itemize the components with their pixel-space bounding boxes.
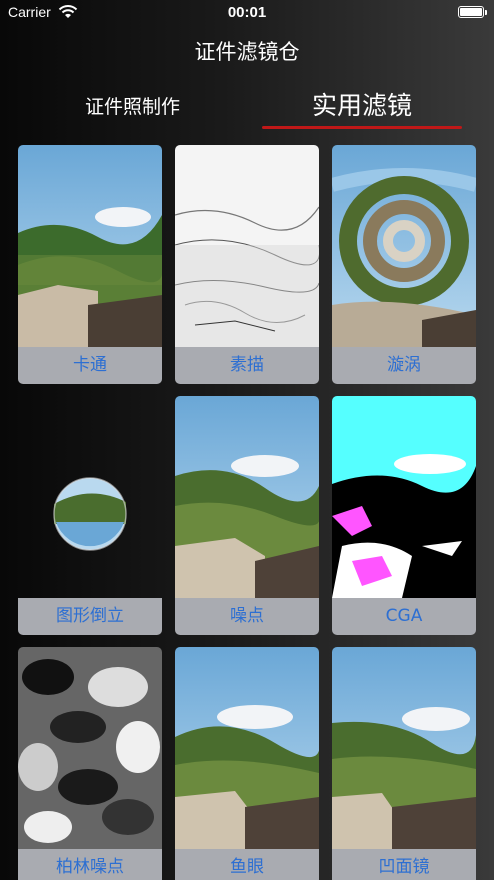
filter-grid: 卡通 素描 漩涡 图形倒立 噪点 CGA 柏林噪点 鱼眼 凹面镜	[0, 0, 494, 880]
filter-label: 图形倒立	[18, 598, 162, 635]
filter-preview-image	[18, 396, 162, 598]
filter-preview-image	[332, 647, 476, 849]
filter-card-cartoon[interactable]: 卡通	[18, 145, 162, 384]
filter-preview-image	[175, 396, 319, 598]
filter-preview-image	[332, 145, 476, 347]
filter-label: 凹面镜	[332, 849, 476, 880]
filter-label: CGA	[332, 598, 476, 635]
filter-preview-image	[18, 647, 162, 849]
filter-label: 漩涡	[332, 347, 476, 384]
filter-card-sketch[interactable]: 素描	[175, 145, 319, 384]
filter-preview-image	[175, 145, 319, 347]
filter-card-concave-mirror[interactable]: 凹面镜	[332, 647, 476, 880]
filter-label: 鱼眼	[175, 849, 319, 880]
filter-card-perlin-noise[interactable]: 柏林噪点	[18, 647, 162, 880]
filter-label: 卡通	[18, 347, 162, 384]
filter-card-fisheye[interactable]: 鱼眼	[175, 647, 319, 880]
filter-card-glass-sphere[interactable]: 图形倒立	[18, 396, 162, 635]
filter-label: 柏林噪点	[18, 849, 162, 880]
filter-card-cga[interactable]: CGA	[332, 396, 476, 635]
filter-preview-image	[18, 145, 162, 347]
filter-card-noise[interactable]: 噪点	[175, 396, 319, 635]
filter-card-twirl[interactable]: 漩涡	[332, 145, 476, 384]
filter-label: 噪点	[175, 598, 319, 635]
filter-preview-image	[332, 396, 476, 598]
filter-label: 素描	[175, 347, 319, 384]
filter-preview-image	[175, 647, 319, 849]
